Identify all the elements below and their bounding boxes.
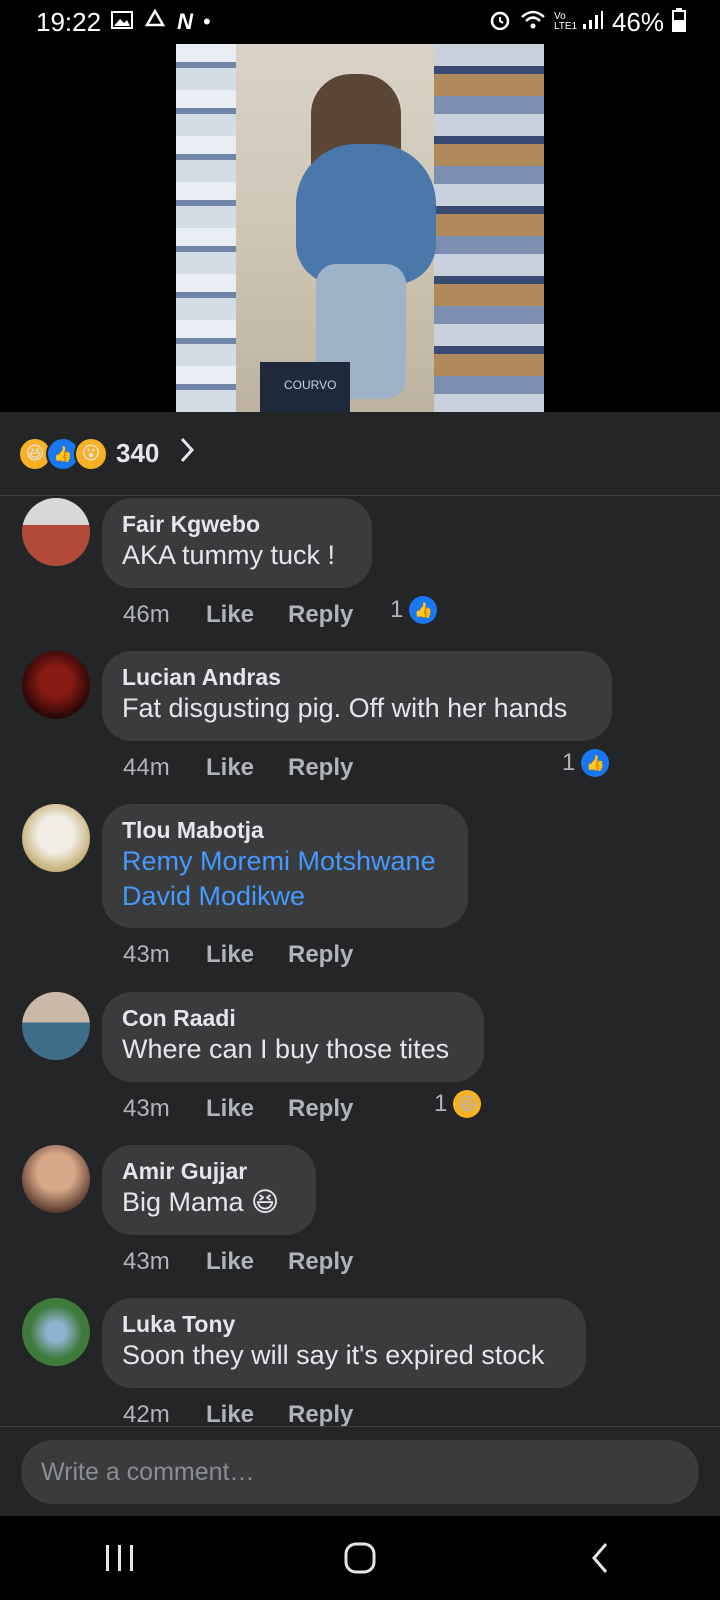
avatar[interactable]: [22, 992, 90, 1060]
clock: 19:22: [36, 6, 102, 37]
comment-reactions[interactable]: 1 👍: [390, 596, 438, 624]
comment-actions: 43m Like Reply: [123, 1095, 368, 1123]
gallery-icon: [111, 10, 134, 34]
comment-reactions[interactable]: 1 😆: [434, 1090, 482, 1118]
reply-button[interactable]: Reply: [288, 1401, 368, 1429]
haha-icon: 😆: [453, 1090, 482, 1118]
status-left: 19:22 N •: [36, 7, 211, 38]
home-icon[interactable]: [300, 1516, 420, 1600]
like-button[interactable]: Like: [206, 1095, 288, 1123]
comment-actions: 42m Like Reply: [123, 1401, 368, 1429]
comment-author[interactable]: Lucian Andras: [122, 663, 592, 691]
comment-reactions[interactable]: 1 👍: [562, 749, 610, 777]
comment-actions: 43m Like Reply: [123, 941, 368, 969]
like-button[interactable]: Like: [206, 941, 288, 969]
status-bar: 19:22 N • Vo LTE1 46%: [0, 0, 720, 44]
comment-bubble[interactable]: Con Raadi Where can I buy those tites: [102, 992, 484, 1082]
comment-author[interactable]: Con Raadi: [122, 1004, 464, 1032]
comment-text: Where can I buy those tites: [122, 1034, 450, 1064]
video-shelf-right: [434, 44, 544, 412]
comment-actions: 44m Like Reply: [123, 754, 368, 782]
comment-time: 43m: [123, 941, 170, 968]
reply-button[interactable]: Reply: [288, 1248, 368, 1276]
status-right: Vo LTE1 46%: [488, 7, 686, 38]
reply-button[interactable]: Reply: [288, 1095, 368, 1123]
video-floor-mat: COURVO: [260, 362, 350, 412]
comment-actions: 43m Like Reply: [123, 1248, 368, 1276]
comment-author[interactable]: Amir Gujjar: [122, 1157, 296, 1185]
video-mat-text: COURVO: [284, 378, 337, 392]
mention-link[interactable]: David Modikwe: [122, 879, 448, 914]
comment-time: 42m: [123, 1401, 170, 1428]
wow-icon: 😮: [74, 436, 108, 471]
network-label: Vo LTE1: [553, 11, 578, 32]
comment-bubble[interactable]: Fair Kgwebo AKA tummy tuck !: [102, 498, 372, 588]
comment-time: 43m: [123, 1095, 170, 1122]
chevron-right-icon[interactable]: [179, 436, 195, 472]
comment-text: Big Mama 😆: [122, 1187, 280, 1217]
video-player[interactable]: COURVO: [0, 44, 720, 412]
comment-author[interactable]: Fair Kgwebo: [122, 510, 352, 538]
video-shelf-left: [176, 44, 236, 412]
comment-text: Soon they will say it's expired stock: [122, 1340, 545, 1370]
back-icon[interactable]: [540, 1516, 660, 1600]
like-button[interactable]: Like: [206, 1248, 288, 1276]
battery-charging-icon: [672, 8, 686, 36]
reactions-summary[interactable]: 😆 👍 😮 340: [0, 412, 720, 496]
reply-button[interactable]: Reply: [288, 941, 368, 969]
system-nav-bar: [0, 1516, 720, 1600]
alarm-icon: [488, 8, 512, 36]
comment-author[interactable]: Tlou Mabotja: [122, 816, 448, 844]
like-button[interactable]: Like: [206, 1401, 288, 1429]
like-button[interactable]: Like: [206, 754, 288, 782]
like-button[interactable]: Like: [206, 601, 288, 629]
comment-reaction-count: 1: [562, 749, 576, 776]
comment-bubble[interactable]: Tlou Mabotja Remy Moremi Motshwane David…: [102, 804, 468, 928]
comment-time: 44m: [123, 754, 170, 781]
n-app-icon: N: [177, 9, 193, 34]
comment-reaction-count: 1: [390, 596, 404, 623]
comment-actions: 46m Like Reply: [123, 601, 368, 629]
avatar[interactable]: [22, 1145, 90, 1213]
comment-bubble[interactable]: Luka Tony Soon they will say it's expire…: [102, 1298, 586, 1388]
sync-icon: [143, 8, 167, 35]
video-thumbnail[interactable]: COURVO: [176, 44, 544, 412]
dot-icon: •: [202, 9, 211, 34]
comment-text: Fat disgusting pig. Off with her hands: [122, 693, 568, 723]
comment-reaction-count: 1: [434, 1090, 448, 1117]
avatar[interactable]: [22, 804, 90, 872]
comment-author[interactable]: Luka Tony: [122, 1310, 566, 1338]
battery-level: 46%: [611, 6, 664, 37]
recent-apps-icon[interactable]: [60, 1516, 180, 1600]
reply-button[interactable]: Reply: [288, 754, 368, 782]
signal-icon: [582, 10, 604, 34]
mention-link[interactable]: Remy Moremi Motshwane: [122, 844, 448, 879]
comment-bubble[interactable]: Amir Gujjar Big Mama 😆: [102, 1145, 316, 1235]
like-icon: 👍: [409, 596, 438, 624]
reaction-count: 340: [116, 438, 160, 468]
avatar[interactable]: [22, 498, 90, 566]
comment-time: 43m: [123, 1248, 170, 1275]
comment-text: AKA tummy tuck !: [122, 540, 336, 570]
video-person-jacket: [296, 144, 436, 284]
comment-time: 46m: [123, 601, 170, 628]
reply-button[interactable]: Reply: [288, 601, 368, 629]
wifi-icon: [520, 9, 546, 35]
comment-input[interactable]: [21, 1440, 699, 1504]
avatar[interactable]: [22, 651, 90, 719]
comment-composer: [0, 1426, 720, 1516]
like-icon: 👍: [581, 749, 610, 777]
avatar[interactable]: [22, 1298, 90, 1366]
comment-bubble[interactable]: Lucian Andras Fat disgusting pig. Off wi…: [102, 651, 612, 741]
